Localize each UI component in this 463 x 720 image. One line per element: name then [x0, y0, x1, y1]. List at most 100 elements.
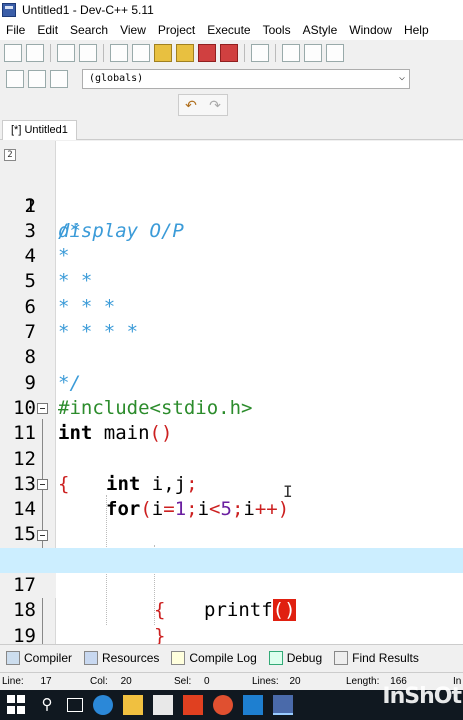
find-icon[interactable] — [282, 44, 300, 62]
window-title: Untitled1 - Dev-C++ 5.11 — [22, 3, 154, 17]
store-icon[interactable] — [153, 695, 173, 715]
code-line: 8 */ — [0, 320, 463, 393]
replace-icon[interactable] — [304, 44, 322, 62]
find-next-icon[interactable] — [326, 44, 344, 62]
menu-file[interactable]: File — [0, 23, 31, 37]
task-view-icon[interactable] — [67, 698, 83, 712]
file-explorer-icon[interactable] — [123, 695, 143, 715]
code-line: 10 int main() — [0, 371, 463, 444]
code-line: 6 * * * * — [0, 270, 463, 343]
tab-label: Resources — [102, 650, 160, 665]
code-line: 19 } — [0, 598, 463, 644]
save-icon[interactable] — [154, 44, 172, 62]
status-line: Line: 17 — [2, 676, 52, 687]
compile-log-icon — [171, 650, 186, 665]
close-all-icon[interactable] — [220, 44, 238, 62]
add-icon[interactable] — [28, 70, 46, 88]
status-col: Col: 20 — [90, 676, 132, 687]
status-sel: Sel: 0 — [174, 676, 210, 687]
properties-icon[interactable] — [132, 44, 150, 62]
edge-browser-icon[interactable] — [93, 695, 113, 715]
text-cursor-icon: I — [283, 482, 293, 501]
menu-astyle[interactable]: AStyle — [297, 23, 344, 37]
tab-debug[interactable]: Debug — [263, 647, 328, 669]
menu-view[interactable]: View — [114, 23, 152, 37]
network-app-icon[interactable] — [243, 695, 263, 715]
menu-edit[interactable]: Edit — [31, 23, 64, 37]
windows-start-icon[interactable] — [7, 695, 27, 715]
menu-project[interactable]: Project — [152, 23, 201, 37]
run-icon[interactable] — [79, 44, 97, 62]
watermark-logo: InShOt — [382, 684, 462, 709]
tab-compile-log[interactable]: Compile Log — [165, 647, 262, 669]
current-code-line: 17 printf() — [0, 547, 463, 622]
tab-label: Find Results — [352, 650, 419, 665]
compile-icon[interactable] — [57, 44, 75, 62]
code-line: 15 for(j=1;j<=i;j++) — [0, 497, 463, 570]
undo-redo-group: ↶ ↷ — [178, 94, 228, 116]
code-line: 13 for(i=1;i<5;i++) — [0, 447, 463, 520]
scope-dropdown[interactable]: (globals) ⌵ — [82, 69, 410, 89]
office-icon[interactable] — [183, 695, 203, 715]
tab-untitled1[interactable]: [*] Untitled1 — [2, 120, 77, 140]
bottom-panel-tabs: Compiler Resources Compile Log Debug Fin… — [0, 644, 463, 670]
undo-toolbar: ↶ ↷ — [0, 92, 463, 118]
new-project-icon[interactable] — [110, 44, 128, 62]
scope-value: (globals) — [89, 73, 144, 84]
title-bar: Untitled1 - Dev-C++ 5.11 — [0, 0, 463, 20]
menu-window[interactable]: Window — [343, 23, 398, 37]
chevron-down-icon: ⌵ — [398, 72, 405, 83]
code-line: 9 #include<stdio.h> — [0, 345, 463, 419]
devcpp-app-icon — [2, 3, 16, 17]
compiler-icon — [6, 650, 20, 665]
menu-help[interactable]: Help — [398, 23, 435, 37]
close-file-icon[interactable] — [198, 44, 216, 62]
tab-label: Debug — [286, 650, 323, 665]
resources-icon — [84, 650, 99, 665]
search-icon[interactable]: ⚲ — [37, 695, 57, 715]
bookmark-marker: 2 — [4, 149, 16, 161]
code-line: 5 * * * — [0, 244, 463, 317]
tab-find-results[interactable]: Find Results — [328, 647, 425, 669]
toolbar-separator — [103, 44, 104, 62]
editor-tab-bar: [*] Untitled1 — [0, 118, 463, 140]
bookmark-icon[interactable] — [50, 70, 68, 88]
toolbar-separator — [244, 44, 245, 62]
media-player-icon[interactable] — [213, 695, 233, 715]
menu-execute[interactable]: Execute — [201, 23, 256, 37]
tab-label: Compiler — [24, 650, 73, 665]
tab-resources[interactable]: Resources — [78, 647, 165, 669]
tab-compiler[interactable]: Compiler — [0, 647, 78, 669]
menu-search[interactable]: Search — [64, 23, 114, 37]
print-icon[interactable] — [251, 44, 269, 62]
fold-toggle-icon[interactable] — [37, 478, 48, 490]
fold-toggle-icon[interactable] — [37, 529, 48, 541]
undo-icon[interactable]: ↶ — [185, 97, 197, 114]
code-line: 16 { — [0, 523, 463, 621]
code-line: 7 — [0, 295, 463, 343]
main-toolbar — [0, 40, 463, 66]
code-line: 4 * * — [0, 219, 463, 292]
code-line: 11 { — [0, 396, 463, 495]
redo-icon[interactable]: ↷ — [209, 97, 221, 114]
new-file-icon[interactable] — [4, 44, 22, 62]
indent-icon[interactable] — [6, 70, 24, 88]
code-editor[interactable]: 2 1 /* 2 display O/P 3 * 4 * * 5 * * * 6… — [0, 141, 463, 644]
status-lines: Lines: 20 — [252, 676, 301, 687]
code-line: 2 display O/P — [0, 168, 463, 242]
code-line: 20 } — [0, 624, 463, 644]
tab-label: Compile Log — [189, 650, 257, 665]
menu-tools[interactable]: Tools — [257, 23, 297, 37]
devcpp-taskbar-icon[interactable] — [273, 695, 293, 715]
toolbar-separator — [275, 44, 276, 62]
menu-bar: File Edit Search View Project Execute To… — [0, 20, 463, 40]
fold-toggle-icon[interactable] — [37, 403, 48, 414]
code-line: 12 int i,j; — [0, 421, 463, 495]
code-line: 3 * — [0, 194, 463, 267]
code-line: 18 } — [0, 573, 463, 644]
debug-icon — [268, 650, 283, 665]
code-line: 2 1 /* — [0, 143, 463, 242]
code-line: 14 { — [0, 472, 463, 571]
save-all-icon[interactable] — [176, 44, 194, 62]
open-file-icon[interactable] — [26, 44, 44, 62]
